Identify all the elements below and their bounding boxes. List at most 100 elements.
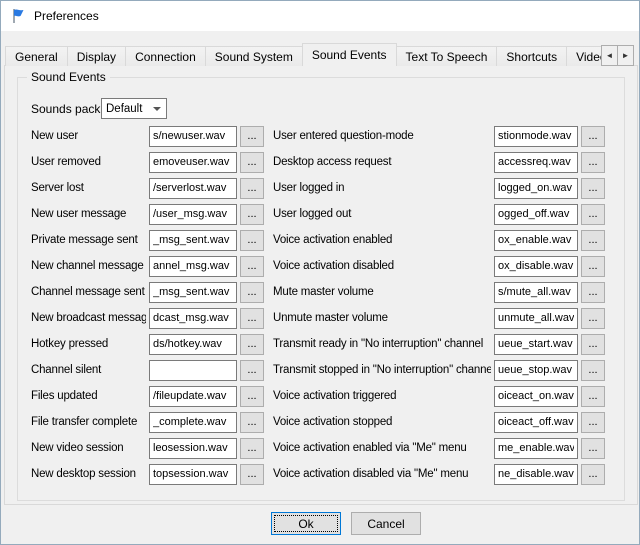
browse-button[interactable]: ... — [240, 438, 264, 459]
sound-event-row: New broadcast message... — [31, 305, 264, 331]
sound-file-input[interactable] — [149, 282, 237, 303]
browse-button[interactable]: ... — [581, 308, 605, 329]
sound-event-label: New user — [31, 130, 146, 142]
sound-event-label: Private message sent — [31, 234, 146, 246]
tab-sound-events[interactable]: Sound Events — [302, 43, 397, 66]
tab-sound-system[interactable]: Sound System — [205, 46, 303, 66]
browse-button[interactable]: ... — [240, 464, 264, 485]
sound-event-row: New user message... — [31, 201, 264, 227]
browse-button[interactable]: ... — [581, 360, 605, 381]
sound-event-label: Transmit stopped in "No interruption" ch… — [273, 364, 491, 376]
sound-event-label: Channel message sent — [31, 286, 146, 298]
chevron-down-icon — [153, 107, 161, 111]
browse-button[interactable]: ... — [240, 412, 264, 433]
sound-file-input[interactable] — [494, 204, 578, 225]
sound-file-input[interactable] — [149, 308, 237, 329]
sound-event-row: Voice activation disabled... — [273, 253, 605, 279]
browse-button[interactable]: ... — [581, 152, 605, 173]
browse-button[interactable]: ... — [240, 360, 264, 381]
sound-event-row: Server lost... — [31, 175, 264, 201]
sound-event-row: Private message sent... — [31, 227, 264, 253]
sound-file-input[interactable] — [149, 178, 237, 199]
browse-button[interactable]: ... — [581, 464, 605, 485]
tab-general[interactable]: General — [5, 46, 68, 66]
sound-event-label: Mute master volume — [273, 286, 491, 298]
browse-button[interactable]: ... — [240, 204, 264, 225]
sound-file-input[interactable] — [494, 334, 578, 355]
title-bar[interactable]: Preferences — [1, 1, 639, 31]
sound-file-input[interactable] — [494, 152, 578, 173]
browse-button[interactable]: ... — [240, 308, 264, 329]
browse-button[interactable]: ... — [581, 230, 605, 251]
browse-button[interactable]: ... — [240, 256, 264, 277]
sound-file-input[interactable] — [494, 308, 578, 329]
sound-event-label: User logged in — [273, 182, 491, 194]
tab-scroll-left-icon[interactable]: ◄ — [601, 45, 618, 66]
sound-event-row: Channel message sent... — [31, 279, 264, 305]
sound-event-label: New channel message — [31, 260, 146, 272]
sound-file-input[interactable] — [149, 464, 237, 485]
browse-button[interactable]: ... — [240, 178, 264, 199]
browse-button[interactable]: ... — [240, 334, 264, 355]
sound-file-input[interactable] — [149, 386, 237, 407]
sound-event-label: File transfer complete — [31, 416, 146, 428]
browse-button[interactable]: ... — [581, 256, 605, 277]
sound-event-row: New video session... — [31, 435, 264, 461]
sound-file-input[interactable] — [149, 256, 237, 277]
sound-file-input[interactable] — [494, 386, 578, 407]
browse-button[interactable]: ... — [581, 282, 605, 303]
sound-file-input[interactable] — [494, 178, 578, 199]
browse-button[interactable]: ... — [581, 412, 605, 433]
browse-button[interactable]: ... — [581, 204, 605, 225]
browse-button[interactable]: ... — [581, 438, 605, 459]
sound-file-input[interactable] — [149, 126, 237, 147]
sound-event-label: New broadcast message — [31, 312, 146, 324]
preferences-dialog: Preferences GeneralDisplayConnectionSoun… — [0, 0, 640, 545]
browse-button[interactable]: ... — [581, 386, 605, 407]
sound-event-row: Mute master volume... — [273, 279, 605, 305]
tab-scroll-right-icon[interactable]: ► — [617, 45, 634, 66]
sound-event-row: New desktop session... — [31, 461, 264, 487]
browse-button[interactable]: ... — [581, 334, 605, 355]
ok-button[interactable]: Ok — [271, 512, 341, 535]
sound-file-input[interactable] — [494, 126, 578, 147]
sound-event-label: User entered question-mode — [273, 130, 491, 142]
tab-display[interactable]: Display — [67, 46, 126, 66]
sound-file-input[interactable] — [494, 438, 578, 459]
sounds-pack-select[interactable]: Default — [101, 98, 167, 119]
sound-file-input[interactable] — [149, 230, 237, 251]
browse-button[interactable]: ... — [581, 178, 605, 199]
sound-file-input[interactable] — [149, 438, 237, 459]
sound-event-label: Voice activation enabled — [273, 234, 491, 246]
tab-connection[interactable]: Connection — [125, 46, 206, 66]
sound-file-input[interactable] — [149, 152, 237, 173]
browse-button[interactable]: ... — [240, 126, 264, 147]
sound-event-label: Server lost — [31, 182, 146, 194]
browse-button[interactable]: ... — [240, 282, 264, 303]
tab-scroll-control: ◄ ► — [601, 45, 634, 66]
sound-file-input[interactable] — [149, 360, 237, 381]
sound-file-input[interactable] — [149, 412, 237, 433]
tab-shortcuts[interactable]: Shortcuts — [496, 46, 567, 66]
cancel-button[interactable]: Cancel — [351, 512, 421, 535]
browse-button[interactable]: ... — [240, 230, 264, 251]
sound-event-row: User logged in... — [273, 175, 605, 201]
sound-file-input[interactable] — [494, 360, 578, 381]
browse-button[interactable]: ... — [240, 152, 264, 173]
tab-text-to-speech[interactable]: Text To Speech — [396, 46, 498, 66]
sound-event-row: Voice activation enabled via "Me" menu..… — [273, 435, 605, 461]
sound-file-input[interactable] — [494, 282, 578, 303]
sound-event-row: Transmit ready in "No interruption" chan… — [273, 331, 605, 357]
sound-file-input[interactable] — [494, 256, 578, 277]
sound-file-input[interactable] — [149, 204, 237, 225]
sound-event-label: Voice activation triggered — [273, 390, 491, 402]
sound-file-input[interactable] — [149, 334, 237, 355]
sound-file-input[interactable] — [494, 412, 578, 433]
sound-event-label: Voice activation enabled via "Me" menu — [273, 442, 491, 454]
browse-button[interactable]: ... — [240, 386, 264, 407]
sound-events-left-column: New user...User removed...Server lost...… — [31, 123, 264, 487]
browse-button[interactable]: ... — [581, 126, 605, 147]
sound-event-row: Unmute master volume... — [273, 305, 605, 331]
sound-file-input[interactable] — [494, 464, 578, 485]
sound-file-input[interactable] — [494, 230, 578, 251]
